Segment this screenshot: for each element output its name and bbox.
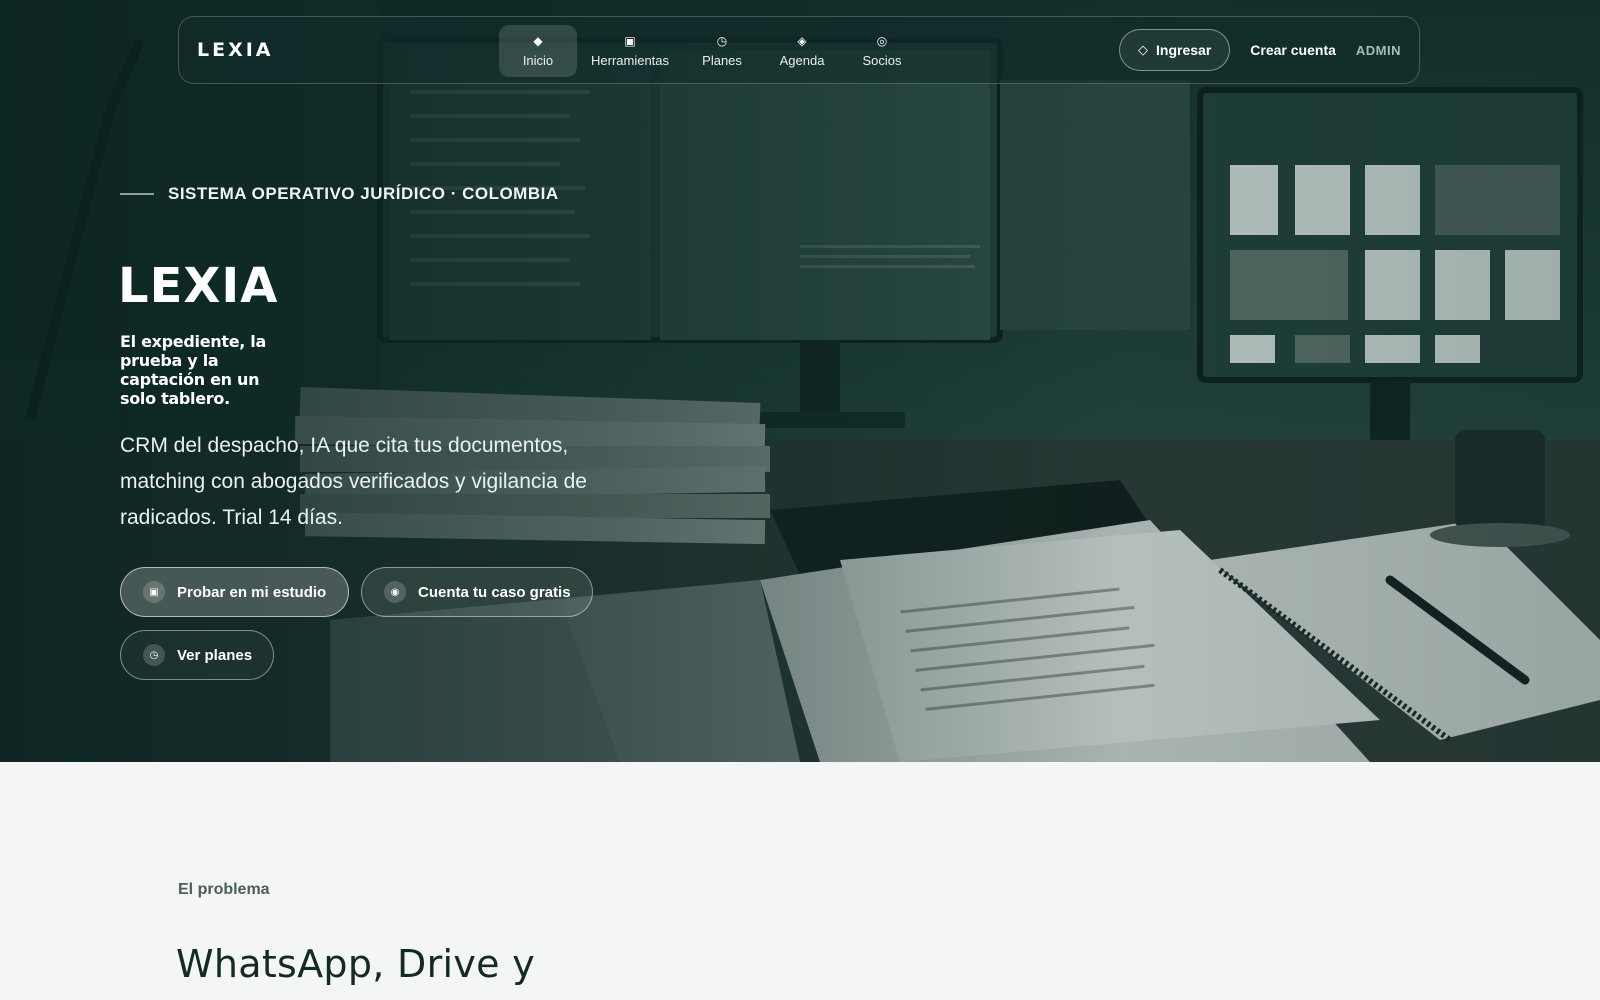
hero-title: LEXIA bbox=[118, 258, 279, 314]
eyebrow-rule bbox=[120, 193, 154, 195]
cta-label: Cuenta tu caso gratis bbox=[418, 583, 571, 601]
square-icon: ▣ bbox=[624, 34, 636, 48]
hero-eyebrow-text: SISTEMA OPERATIVO JURÍDICO · COLOMBIA bbox=[168, 184, 559, 203]
clock-icon: ◷ bbox=[716, 34, 728, 48]
admin-link[interactable]: ADMIN bbox=[1356, 43, 1401, 58]
login-button[interactable]: ◇ Ingresar bbox=[1119, 29, 1231, 71]
nav-menu: ◆ Inicio ▣ Herramientas ◷ Planes ◈ Agend… bbox=[499, 25, 921, 77]
hero-eyebrow: SISTEMA OPERATIVO JURÍDICO · COLOMBIA bbox=[120, 184, 559, 204]
nav-item-label: Planes bbox=[702, 53, 742, 68]
nav-item-socios[interactable]: ◎ Socios bbox=[843, 25, 921, 77]
free-case-button[interactable]: ◉ Cuenta tu caso gratis bbox=[361, 567, 593, 617]
nav-item-herramientas[interactable]: ▣ Herramientas bbox=[579, 25, 681, 77]
nav-item-label: Agenda bbox=[779, 53, 825, 68]
nav-actions: ◇ Ingresar Crear cuenta ADMIN bbox=[1119, 29, 1401, 71]
cta-label: Ver planes bbox=[177, 646, 253, 664]
diamond-outline-icon: ◇ bbox=[1138, 42, 1149, 57]
diamond-outline-icon: ◈ bbox=[797, 34, 807, 48]
view-plans-button[interactable]: ◷ Ver planes bbox=[120, 630, 274, 680]
nav-item-label: Socios bbox=[862, 53, 902, 68]
problem-eyebrow: El problema bbox=[178, 881, 270, 898]
diamond-icon: ◆ bbox=[533, 34, 543, 48]
logo[interactable]: LEXIA bbox=[197, 39, 274, 61]
clock-icon: ◷ bbox=[143, 644, 165, 666]
square-icon: ▣ bbox=[143, 581, 165, 603]
nav-item-inicio[interactable]: ◆ Inicio bbox=[499, 25, 577, 77]
nav-item-planes[interactable]: ◷ Planes bbox=[683, 25, 761, 77]
cta-label: Probar en mi estudio bbox=[177, 583, 327, 601]
signup-link[interactable]: Crear cuenta bbox=[1250, 42, 1336, 58]
target-icon: ◎ bbox=[876, 34, 888, 48]
coin-icon: ◉ bbox=[384, 581, 406, 603]
hero-tagline: El expediente, la prueba y la captación … bbox=[120, 332, 266, 408]
try-in-studio-button[interactable]: ▣ Probar en mi estudio bbox=[120, 567, 349, 617]
top-navbar: LEXIA ◆ Inicio ▣ Herramientas ◷ Planes ◈… bbox=[178, 16, 1420, 84]
nav-item-label: Inicio bbox=[522, 53, 554, 68]
problem-title: WhatsApp, Drive y bbox=[176, 942, 536, 986]
nav-item-label: Herramientas bbox=[591, 53, 670, 68]
nav-item-agenda[interactable]: ◈ Agenda bbox=[763, 25, 841, 77]
hero-description: CRM del despacho, IA que cita tus docume… bbox=[120, 434, 587, 529]
login-button-label: Ingresar bbox=[1156, 42, 1212, 58]
